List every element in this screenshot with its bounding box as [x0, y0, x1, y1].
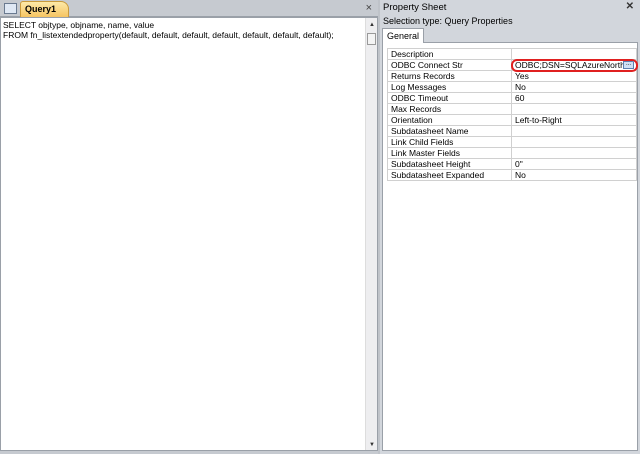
- property-name: ODBC Connect Str: [387, 59, 512, 71]
- property-row: Returns Records Yes: [387, 70, 637, 82]
- sql-line: SELECT objtype, objname, name, value: [3, 20, 155, 30]
- property-value[interactable]: 60: [511, 92, 637, 104]
- property-value[interactable]: No: [511, 169, 637, 181]
- property-value[interactable]: Yes: [511, 70, 637, 82]
- property-row: Subdatasheet Name: [387, 125, 637, 137]
- property-name: Link Master Fields: [387, 147, 512, 159]
- property-value[interactable]: ODBC;DSN=SQLAzureNorthw...: [510, 58, 638, 72]
- property-row: Link Child Fields: [387, 136, 637, 148]
- sql-editor[interactable]: SELECT objtype, objname, name, value FROM…: [0, 17, 378, 451]
- property-name: Description: [387, 48, 512, 60]
- property-value[interactable]: Left-to-Right: [511, 114, 637, 126]
- property-row: Log Messages No: [387, 81, 637, 93]
- property-value-text: 0": [515, 158, 523, 169]
- property-name: Subdatasheet Height: [387, 158, 512, 170]
- property-value[interactable]: 0": [511, 158, 637, 170]
- property-row: Description: [387, 48, 637, 60]
- property-name: ODBC Timeout: [387, 92, 512, 104]
- vertical-scrollbar[interactable]: ▲ ▼: [365, 18, 377, 450]
- sql-text[interactable]: SELECT objtype, objname, name, value FROM…: [3, 20, 334, 40]
- property-name: Orientation: [387, 114, 512, 126]
- property-grid: Description ODBC Connect Str ODBC;DSN=SQLA…: [387, 48, 638, 181]
- close-query-button[interactable]: ×: [366, 2, 372, 14]
- property-grid-panel: Description ODBC Connect Str ODBC;DSN=SQLA…: [382, 42, 638, 451]
- property-name: Subdatasheet Expanded: [387, 169, 512, 181]
- selection-type: Selection type: Query Properties: [383, 16, 513, 26]
- property-name: Max Records: [387, 103, 512, 115]
- property-value-text: 60: [515, 92, 525, 103]
- builder-button[interactable]: ...: [623, 61, 634, 69]
- property-sheet: Property Sheet ✕ Selection type: Query P…: [380, 0, 640, 454]
- property-name: Subdatasheet Name: [387, 125, 512, 137]
- property-row: Subdatasheet Height 0": [387, 158, 637, 170]
- property-value-text: No: [515, 81, 526, 92]
- property-row: Orientation Left-to-Right: [387, 114, 637, 126]
- document-tab-bar: Query1 ×: [0, 0, 378, 17]
- property-sheet-title: Property Sheet: [383, 2, 447, 13]
- scroll-thumb[interactable]: [367, 33, 376, 45]
- property-value[interactable]: [511, 147, 637, 159]
- property-name: Log Messages: [387, 81, 512, 93]
- property-row: Link Master Fields: [387, 147, 637, 159]
- query-icon: [4, 3, 17, 14]
- property-value-text: No: [515, 169, 526, 180]
- property-value[interactable]: [511, 103, 637, 115]
- property-value[interactable]: No: [511, 81, 637, 93]
- scroll-up-icon[interactable]: ▲: [369, 22, 375, 28]
- property-row: Max Records: [387, 103, 637, 115]
- property-row: ODBC Timeout 60: [387, 92, 637, 104]
- property-row: Subdatasheet Expanded No: [387, 169, 637, 181]
- property-value[interactable]: [511, 48, 637, 60]
- query-pane: Query1 × SELECT objtype, objname, name, …: [0, 0, 378, 454]
- sql-line: FROM fn_listextendedproperty(default, de…: [3, 30, 334, 40]
- property-value-text: Left-to-Right: [515, 114, 562, 125]
- scroll-down-icon[interactable]: ▼: [369, 442, 375, 448]
- property-value[interactable]: [511, 136, 637, 148]
- property-value-text: Yes: [515, 70, 529, 81]
- property-value[interactable]: [511, 125, 637, 137]
- tab-query1[interactable]: Query1: [20, 1, 70, 17]
- close-property-sheet-button[interactable]: ✕: [626, 1, 634, 12]
- property-row: ODBC Connect Str ODBC;DSN=SQLAzureNorthw.…: [387, 58, 638, 72]
- property-value-text: ODBC;DSN=SQLAzureNorthw: [515, 59, 631, 70]
- tab-general[interactable]: General: [382, 28, 425, 43]
- property-name: Returns Records: [387, 70, 512, 82]
- property-name: Link Child Fields: [387, 136, 512, 148]
